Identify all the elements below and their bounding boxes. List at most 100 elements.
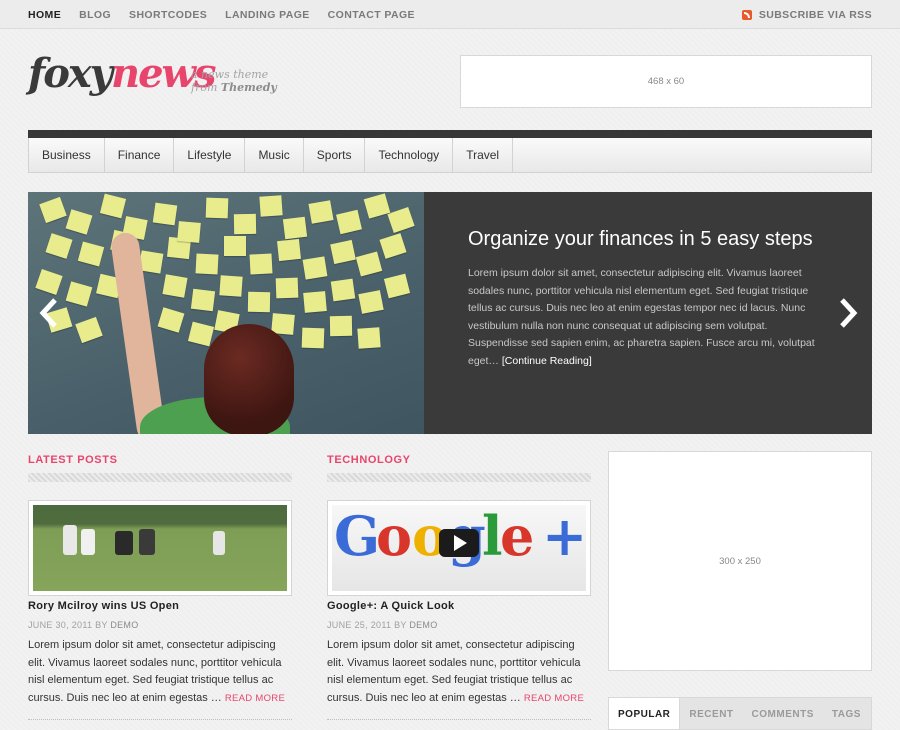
technology-post-title[interactable]: Google+: A Quick Look (327, 600, 454, 612)
golf-figure (63, 525, 77, 555)
site-logo[interactable]: foxynews (28, 54, 216, 94)
sticky-note (303, 291, 327, 313)
top-nav-shortcodes[interactable]: SHORTCODES (129, 9, 207, 21)
top-nav-landing-page[interactable]: LANDING PAGE (225, 9, 310, 21)
technology-post-meta: JUNE 25, 2011 BY DEMO (327, 620, 438, 630)
google-letter: e (500, 505, 535, 568)
tab-comments[interactable]: COMMENTS (743, 698, 823, 729)
latest-post-thumbnail[interactable] (28, 500, 292, 596)
sticky-note (277, 238, 301, 262)
sticky-note (65, 209, 93, 235)
sticky-note (233, 213, 257, 235)
featured-slide-body: Lorem ipsum dolor sit amet, consectetur … (468, 265, 828, 370)
logo-text-foxy: foxy (28, 50, 113, 97)
sticky-note (99, 193, 127, 219)
golf-figure (139, 529, 155, 555)
sticky-note (275, 277, 299, 299)
latest-post-author[interactable]: DEMO (110, 620, 138, 630)
google-letter: + (542, 505, 586, 568)
technology-post-date: JUNE 25, 2011 (327, 620, 392, 630)
sticky-note (177, 221, 201, 243)
golf-figure (81, 529, 95, 555)
tagline-from: from (191, 81, 221, 94)
sticky-note (75, 316, 103, 344)
tab-recent[interactable]: RECENT (680, 698, 742, 729)
slider-prev-button[interactable] (36, 296, 62, 330)
tagline-line1: a news theme (191, 68, 269, 81)
featured-slide-excerpt: Lorem ipsum dolor sit amet, consectetur … (468, 267, 815, 367)
play-icon[interactable] (439, 529, 479, 557)
top-nav-blog[interactable]: BLOG (79, 9, 111, 21)
technology-post-by: BY (391, 620, 410, 630)
subscribe-rss-link[interactable]: SUBSCRIBE VIA RSS (741, 0, 872, 29)
category-travel[interactable]: Travel (453, 138, 514, 172)
google-letter: o (376, 505, 413, 568)
top-nav-home[interactable]: HOME (28, 9, 61, 21)
top-nav-contact-page[interactable]: CONTACT PAGE (328, 9, 415, 21)
sticky-note (205, 197, 229, 219)
top-nav: HOME BLOG SHORTCODES LANDING PAGE CONTAC… (28, 0, 433, 29)
sticky-note (363, 193, 391, 219)
google-letter: G (334, 505, 381, 568)
golf-image (33, 505, 287, 591)
tagline-brand: Themedy (220, 81, 277, 94)
sticky-note (282, 216, 308, 240)
sticky-note (249, 253, 273, 275)
sticky-note (330, 239, 356, 265)
chevron-left-icon (39, 298, 57, 328)
latest-post-read-more[interactable]: READ MORE (225, 693, 285, 704)
sticky-note (187, 321, 215, 347)
header-ad-banner[interactable]: 468 x 60 (460, 55, 872, 108)
golf-figure (213, 531, 225, 555)
featured-slide-title[interactable]: Organize your finances in 5 easy steps (468, 228, 828, 251)
top-bar: HOME BLOG SHORTCODES LANDING PAGE CONTAC… (0, 0, 900, 29)
category-nav: Business Finance Lifestyle Music Sports … (28, 138, 872, 173)
category-finance[interactable]: Finance (105, 138, 175, 172)
tab-popular[interactable]: POPULAR (609, 698, 681, 729)
sticky-note (308, 200, 334, 224)
sticky-note (224, 236, 246, 256)
sticky-note (152, 202, 178, 226)
tagline-line2: from Themedy (191, 81, 277, 94)
latest-post-date: JUNE 30, 2011 (28, 620, 93, 630)
slider-next-button[interactable] (835, 296, 861, 330)
sticky-note (77, 241, 105, 267)
chevron-right-icon (840, 298, 858, 328)
slide-image-hair (204, 324, 294, 434)
sticky-note (336, 209, 362, 235)
site-tagline: a news theme from Themedy (191, 68, 277, 94)
technology-heading: TECHNOLOGY (327, 454, 411, 466)
latest-post-title[interactable]: Rory Mcilroy wins US Open (28, 600, 179, 612)
technology-post-read-more[interactable]: READ MORE (524, 693, 584, 704)
category-business[interactable]: Business (29, 138, 105, 172)
sticky-note (355, 251, 383, 277)
sticky-note (358, 290, 384, 314)
category-music[interactable]: Music (245, 138, 304, 172)
latest-post-divider (28, 719, 292, 720)
featured-slide-image[interactable] (28, 192, 424, 434)
sticky-note (219, 275, 243, 297)
latest-post-meta: JUNE 30, 2011 BY DEMO (28, 620, 139, 630)
sidebar-tabs: POPULAR RECENT COMMENTS TAGS (608, 697, 872, 730)
category-lifestyle[interactable]: Lifestyle (174, 138, 246, 172)
category-sports[interactable]: Sports (304, 138, 366, 172)
rss-icon (741, 9, 752, 20)
golf-figure (115, 531, 133, 555)
google-plus-image: G o o g l e + (332, 505, 586, 591)
sticky-note (195, 253, 219, 275)
latest-posts-heading: LATEST POSTS (28, 454, 118, 466)
category-technology[interactable]: Technology (365, 138, 454, 172)
sticky-note (330, 278, 356, 302)
sticky-note (379, 233, 407, 259)
sticky-note (302, 256, 328, 280)
technology-post-thumbnail[interactable]: G o o g l e + (327, 500, 591, 596)
sidebar-ad-label: 300 x 250 (719, 555, 761, 567)
featured-slider: Organize your finances in 5 easy steps L… (28, 192, 872, 434)
header-ad-label: 468 x 60 (647, 76, 685, 87)
tab-tags[interactable]: TAGS (823, 698, 870, 729)
sidebar-ad-box[interactable]: 300 x 250 (608, 451, 872, 671)
technology-rule (327, 473, 591, 482)
sticky-note (35, 268, 63, 296)
continue-reading-link[interactable]: [Continue Reading] (502, 355, 592, 367)
technology-post-author[interactable]: DEMO (409, 620, 437, 630)
